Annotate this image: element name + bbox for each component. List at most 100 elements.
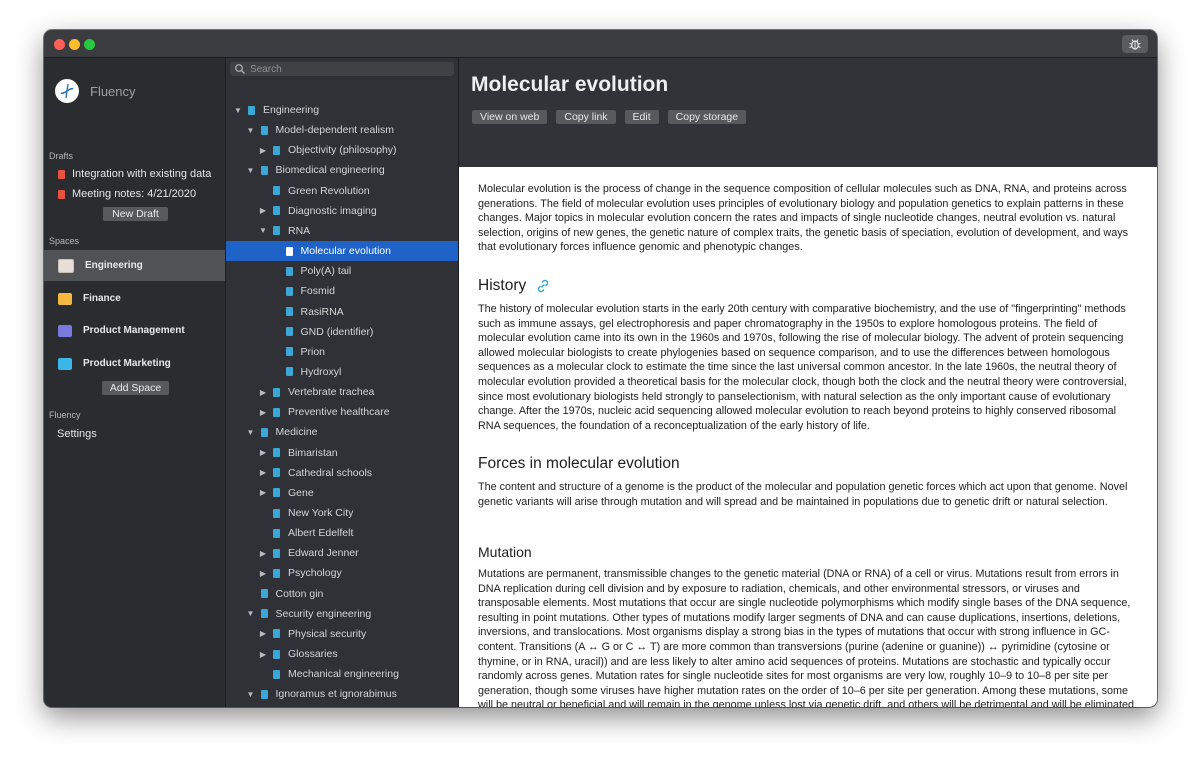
tree-item[interactable]: ▶ Diagnostic imaging: [226, 201, 458, 221]
tree-item[interactable]: ▶Cotton gin: [226, 584, 458, 604]
tree-item[interactable]: ▼ RNA: [226, 221, 458, 241]
page-document-icon: [260, 427, 268, 437]
tree-item[interactable]: ▶ Physical security: [226, 624, 458, 644]
page-document-icon: [248, 105, 255, 115]
tree-item-label: New York City: [288, 507, 354, 519]
disclosure-closed-icon[interactable]: ▶: [259, 549, 267, 558]
tree-item[interactable]: ▶Molecular evolution: [226, 241, 458, 262]
tree-item-label: Bimaristan: [288, 446, 338, 459]
tree-item[interactable]: ▼ Engineering: [226, 100, 458, 120]
disclosure-closed-icon[interactable]: ▶: [259, 408, 267, 417]
tree-item[interactable]: ▶ Glossaries: [226, 644, 458, 664]
disclosure-open-icon[interactable]: ▼: [234, 106, 242, 115]
add-space-button[interactable]: Add Space: [102, 381, 169, 395]
app-name: Fluency: [90, 83, 136, 99]
disclosure-open-icon[interactable]: ▼: [247, 609, 255, 618]
page-document-icon: [273, 568, 280, 578]
disclosure-open-icon[interactable]: ▼: [247, 126, 255, 135]
copy-link-button[interactable]: Copy link: [556, 110, 616, 124]
forces-paragraph: The content and structure of a genome is…: [478, 480, 1140, 509]
disclosure-open-icon[interactable]: ▼: [247, 428, 255, 437]
close-window-button[interactable]: [54, 39, 65, 50]
tree-item-label: Physical security: [288, 627, 367, 640]
disclosure-closed-icon[interactable]: ▶: [259, 388, 267, 397]
disclosure-closed-icon[interactable]: ▶: [259, 488, 267, 497]
title-bar: [44, 30, 1157, 58]
edit-button[interactable]: Edit: [624, 110, 659, 124]
tree-item[interactable]: ▶Prion: [226, 342, 458, 362]
tree-item-label: Medicine: [275, 426, 318, 439]
intro-paragraph: Molecular evolution is the process of ch…: [478, 182, 1140, 255]
forces-heading: Forces in molecular evolution: [478, 455, 680, 472]
tree-item[interactable]: ▼ Medicine: [226, 422, 458, 442]
tree-item[interactable]: ▶ Bimaristan: [226, 443, 458, 463]
minimize-window-button[interactable]: [69, 39, 80, 50]
tree-item[interactable]: ▶Reliabilism: [226, 705, 458, 708]
space-item-product-management[interactable]: Product Management: [44, 315, 225, 346]
tree-item[interactable]: ▶ Vertebrate trachea: [226, 382, 458, 402]
tree-item[interactable]: ▶Albert Edelfelt: [226, 523, 458, 543]
new-draft-button[interactable]: New Draft: [103, 207, 168, 221]
disclosure-open-icon[interactable]: ▼: [259, 226, 267, 235]
tree-item[interactable]: ▶ Preventive healthcare: [226, 402, 458, 422]
search-input[interactable]: Search: [230, 62, 454, 76]
tree-item[interactable]: ▶ Psychology: [226, 563, 458, 583]
space-label: Product Marketing: [83, 358, 171, 369]
draft-item[interactable]: Meeting notes: 4/21/2020: [58, 188, 196, 200]
disclosure-closed-icon[interactable]: ▶: [259, 650, 267, 659]
search-icon: [235, 64, 245, 74]
page-document-icon: [285, 327, 293, 337]
tree-item[interactable]: ▶New York City: [226, 503, 458, 523]
space-engineering-icon: [58, 258, 74, 273]
bug-report-button[interactable]: [1122, 35, 1148, 53]
tree-item[interactable]: ▶Mechanical engineering: [226, 664, 458, 684]
fluency-section-title: Fluency: [49, 410, 81, 420]
space-item-finance[interactable]: Finance: [44, 283, 225, 314]
tree-item[interactable]: ▶ Edward Jenner: [226, 543, 458, 563]
tree-item[interactable]: ▼ Ignoramus et ignorabimus: [226, 684, 458, 704]
tree-item-label: Mechanical engineering: [288, 668, 399, 681]
tree-item-label: Diagnostic imaging: [288, 204, 377, 217]
mutation-paragraph: Mutations are permanent, transmissible c…: [478, 567, 1140, 707]
zoom-window-button[interactable]: [84, 39, 95, 50]
disclosure-closed-icon[interactable]: ▶: [259, 468, 267, 477]
draft-document-icon: [58, 189, 65, 199]
tree-item-label: Preventive healthcare: [288, 406, 390, 419]
draft-item[interactable]: Integration with existing data: [58, 168, 211, 180]
page-document-icon: [285, 307, 293, 316]
tree-item[interactable]: ▶ Gene: [226, 483, 458, 503]
tree-item-label: Fosmid: [300, 285, 335, 298]
disclosure-closed-icon[interactable]: ▶: [259, 569, 267, 578]
copy-storage-button[interactable]: Copy storage: [667, 110, 747, 124]
link-icon[interactable]: [535, 278, 551, 294]
disclosure-open-icon[interactable]: ▼: [247, 166, 255, 175]
view-on-web-button[interactable]: View on web: [472, 110, 548, 124]
disclosure-closed-icon[interactable]: ▶: [259, 448, 267, 457]
tree-item[interactable]: ▼ Security engineering: [226, 604, 458, 624]
tree-item[interactable]: ▶GND (identifier): [226, 322, 458, 342]
document-header: Molecular evolution View on web Copy lin…: [459, 58, 1157, 167]
tree-item[interactable]: ▶ Cathedral schools: [226, 463, 458, 483]
page-document-icon: [285, 266, 293, 276]
tree-item[interactable]: ▶Hydroxyl: [226, 362, 458, 382]
disclosure-closed-icon[interactable]: ▶: [259, 206, 267, 215]
tree-item-label: Molecular evolution: [300, 245, 391, 258]
page-document-icon: [273, 508, 280, 518]
space-item-engineering[interactable]: Engineering: [44, 250, 225, 281]
tree-item[interactable]: ▶Green Revolution: [226, 181, 458, 201]
tree-item[interactable]: ▶RasiRNA: [226, 302, 458, 322]
tree-item[interactable]: ▶Fosmid: [226, 281, 458, 301]
tree-item[interactable]: ▶ Objectivity (philosophy): [226, 140, 458, 160]
tree-item-label: Cotton gin: [275, 587, 324, 600]
disclosure-closed-icon[interactable]: ▶: [259, 146, 267, 155]
tree-item[interactable]: ▼ Biomedical engineering: [226, 160, 458, 180]
disclosure-open-icon[interactable]: ▼: [247, 690, 255, 699]
draft-label: Meeting notes: 4/21/2020: [72, 188, 197, 200]
disclosure-closed-icon[interactable]: ▶: [259, 629, 267, 638]
space-item-product-marketing[interactable]: Product Marketing: [44, 348, 225, 379]
tree-item[interactable]: ▶Poly(A) tail: [226, 261, 458, 281]
tree-item-label: Green Revolution: [288, 184, 370, 197]
page-document-icon: [273, 145, 280, 155]
tree-item[interactable]: ▼ Model-dependent realism: [226, 120, 458, 140]
settings-link[interactable]: Settings: [57, 428, 97, 440]
